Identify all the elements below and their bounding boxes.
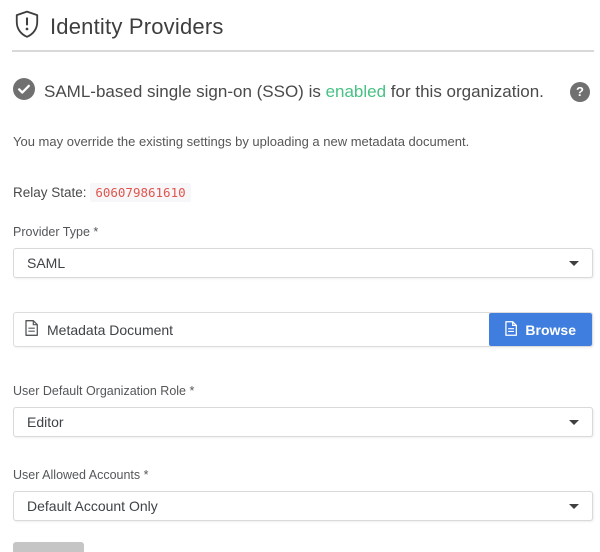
provider-type-label: Provider Type * — [13, 225, 593, 239]
org-role-group: User Default Organization Role * Editor — [13, 384, 593, 437]
shield-exclamation-icon — [14, 10, 40, 43]
sso-status-row: SAML-based single sign-on (SSO) is enabl… — [13, 78, 590, 105]
relay-state-label: Relay State: — [13, 185, 87, 200]
provider-type-select[interactable]: SAML — [13, 248, 593, 278]
org-role-select[interactable]: Editor — [13, 407, 593, 437]
relay-state-row: Relay State: 606079861610 — [13, 185, 587, 200]
allowed-accounts-label: User Allowed Accounts * — [13, 468, 593, 482]
override-description: You may override the existing settings b… — [13, 134, 587, 149]
metadata-document-row: Metadata Document Browse — [13, 312, 593, 347]
metadata-document-input[interactable]: Metadata Document — [14, 313, 489, 346]
org-role-value: Editor — [27, 414, 64, 430]
browse-button[interactable]: Browse — [489, 313, 592, 346]
header-divider — [12, 50, 594, 52]
status-enabled-highlight: enabled — [326, 82, 387, 101]
save-button[interactable]: Save — [13, 542, 84, 552]
chevron-down-icon — [569, 261, 579, 266]
page-title: Identity Providers — [50, 14, 224, 40]
browse-button-label: Browse — [525, 322, 576, 338]
allowed-accounts-group: User Allowed Accounts * Default Account … — [13, 468, 593, 521]
status-text-after: for this organization. — [386, 82, 544, 101]
document-icon — [25, 320, 38, 339]
allowed-accounts-value: Default Account Only — [27, 498, 158, 514]
metadata-document-placeholder: Metadata Document — [47, 322, 173, 338]
chevron-down-icon — [569, 420, 579, 425]
provider-type-value: SAML — [27, 255, 65, 271]
check-circle-icon — [13, 78, 35, 105]
chevron-down-icon — [569, 504, 579, 509]
document-icon — [505, 321, 517, 339]
allowed-accounts-select[interactable]: Default Account Only — [13, 491, 593, 521]
relay-state-value: 606079861610 — [90, 183, 190, 202]
sso-status-text: SAML-based single sign-on (SSO) is enabl… — [44, 82, 570, 102]
org-role-label: User Default Organization Role * — [13, 384, 593, 398]
provider-type-group: Provider Type * SAML — [13, 225, 593, 278]
help-icon[interactable]: ? — [570, 82, 590, 102]
page-header: Identity Providers — [0, 0, 600, 50]
status-text-before: SAML-based single sign-on (SSO) is — [44, 82, 326, 101]
identity-providers-page: Identity Providers SAML-based single sig… — [0, 0, 600, 552]
